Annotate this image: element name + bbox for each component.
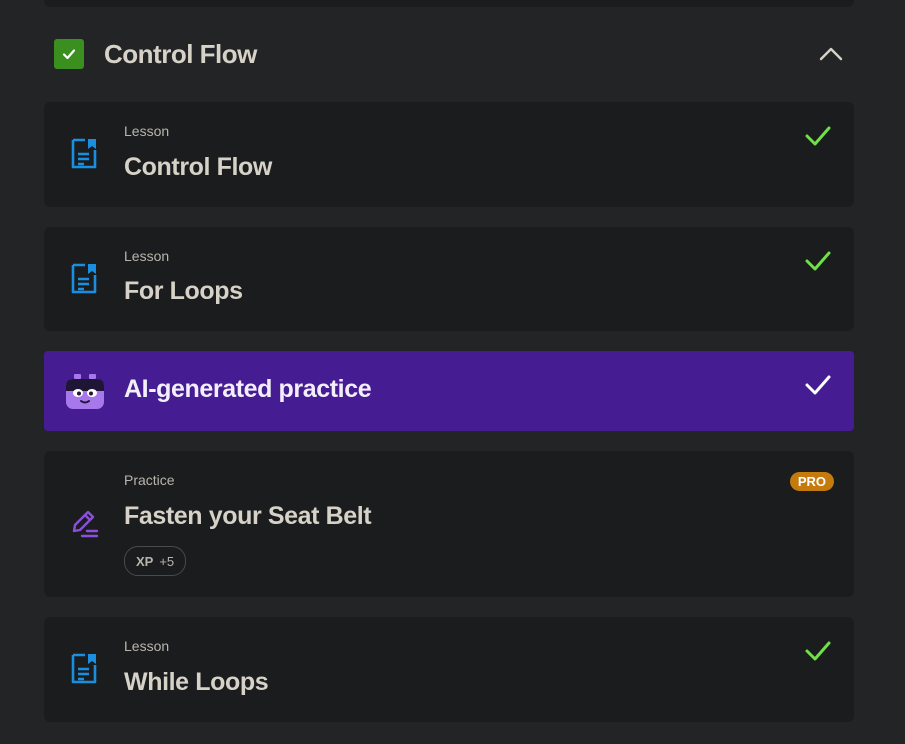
item-title: AI-generated practice: [124, 375, 372, 403]
item-kind-label: Lesson: [124, 638, 170, 654]
item-title: Control Flow: [124, 153, 272, 181]
lesson-card-for-loops[interactable]: Lesson For Loops: [44, 227, 854, 331]
collapse-button[interactable]: [818, 41, 844, 67]
xp-reward-pill: XP +5: [124, 546, 187, 576]
completed-check-icon: [805, 641, 831, 661]
lesson-document-icon: [71, 653, 97, 684]
ai-practice-card[interactable]: AI-generated practice: [44, 351, 854, 431]
completed-check-icon: [805, 251, 831, 271]
item-title: While Loops: [124, 668, 269, 696]
section-title: Control Flow: [104, 38, 257, 69]
robot-mascot-icon: [66, 374, 104, 409]
completed-check-icon: [805, 126, 831, 146]
pro-badge: PRO: [789, 472, 834, 491]
xp-label: XP: [136, 553, 154, 569]
item-kind-label: Practice: [124, 472, 175, 488]
lesson-document-icon: [71, 138, 97, 169]
item-kind-label: Lesson: [124, 123, 170, 139]
completed-check-icon: [805, 375, 831, 395]
checkmark-icon: [62, 49, 76, 60]
item-title: For Loops: [124, 277, 243, 305]
section-complete-checkbox[interactable]: [54, 39, 84, 69]
previous-section-card: [44, 0, 854, 7]
lesson-card-control-flow[interactable]: Lesson Control Flow: [44, 102, 854, 207]
section-header[interactable]: Control Flow: [54, 33, 844, 75]
item-kind-label: Lesson: [124, 248, 170, 264]
xp-value: +5: [159, 553, 175, 569]
pencil-edit-icon: [72, 510, 99, 538]
item-title: Fasten your Seat Belt: [124, 502, 372, 530]
practice-card-fasten-your-seat-belt[interactable]: Practice Fasten your Seat Belt PRO XP +5: [44, 451, 854, 597]
chevron-up-icon: [819, 47, 843, 61]
lesson-document-icon: [71, 263, 97, 294]
lesson-card-while-loops[interactable]: Lesson While Loops: [44, 617, 854, 722]
